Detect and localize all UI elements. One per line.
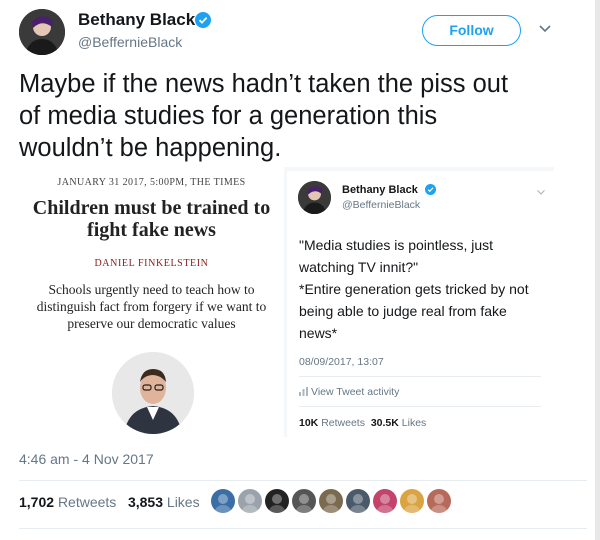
news-headline-line: Children must be trained to: [32, 197, 271, 219]
tweet-text-line: Maybe if the news hadn’t taken the piss …: [19, 70, 509, 98]
liker-avatar[interactable]: [319, 489, 343, 513]
scrollbar-track[interactable]: [595, 0, 600, 540]
embedded-text-line: "Media studies is pointless, just: [299, 237, 494, 253]
columnist-photo: [112, 352, 194, 434]
embedded-likes-label: Likes: [401, 417, 427, 429]
verified-badge-icon: [195, 12, 211, 28]
tweet-stats: 1,702 Retweets 3,853 Likes: [19, 494, 200, 510]
likes-stat[interactable]: 3,853 Likes: [128, 494, 200, 510]
liker-avatar[interactable]: [292, 489, 316, 513]
chevron-down-icon[interactable]: [538, 24, 552, 34]
likes-count: 3,853: [127, 494, 164, 510]
liker-avatar[interactable]: [211, 489, 235, 513]
author-avatar[interactable]: [19, 9, 65, 55]
news-clipping: JANUARY 31 2017, 5:00PM, THE TIMES Child…: [19, 167, 284, 437]
embedded-author-avatar: [298, 181, 331, 214]
news-summary-line: distinguish fact from forgery if we want…: [36, 299, 267, 314]
liker-avatar[interactable]: [400, 489, 424, 513]
embedded-display-name: Bethany Black: [342, 184, 418, 196]
embedded-text-line: news*: [299, 325, 338, 341]
embedded-verified-badge-icon: [425, 184, 436, 195]
author-display-name[interactable]: Bethany Black: [78, 10, 195, 30]
news-summary-line: preserve our democratic values: [67, 316, 236, 331]
liker-avatar[interactable]: [238, 489, 262, 513]
tweet-text-line: wouldn’t be happening.: [19, 134, 282, 162]
embedded-likes-count: 30.5K: [370, 417, 399, 429]
tweet-card: Bethany Black @BeffernieBlack Follow May…: [0, 0, 600, 540]
embedded-chevron-down-icon: [537, 190, 545, 195]
embedded-stats: 10K Retweets 30.5K Likes: [299, 417, 426, 429]
tweet-media-image[interactable]: JANUARY 31 2017, 5:00PM, THE TIMES Child…: [19, 167, 554, 437]
embedded-text-line: being able to judge real from fake: [299, 303, 507, 319]
author-handle[interactable]: @BeffernieBlack: [78, 34, 182, 50]
likes-label: Likes: [166, 494, 200, 510]
embedded-text-line: *Entire generation gets tricked by not: [299, 281, 529, 297]
embedded-text-line: watching TV innit?": [299, 259, 419, 275]
bar-chart-icon: [299, 387, 308, 396]
embedded-retweets-count: 10K: [299, 417, 319, 429]
news-author: DANIEL FINKELSTEIN: [94, 258, 209, 269]
retweets-label: Retweets: [57, 494, 117, 510]
liker-avatar[interactable]: [346, 489, 370, 513]
embedded-activity: View Tweet activity: [299, 386, 399, 398]
footer-divider: [19, 528, 587, 529]
retweets-count: 1,702: [19, 494, 55, 510]
tweet-text-line: of media studies for a generation this: [19, 102, 438, 130]
liker-avatar[interactable]: [373, 489, 397, 513]
tweet-timestamp[interactable]: 4:46 am - 4 Nov 2017: [19, 451, 154, 467]
embedded-timestamp: 08/09/2017, 13:07: [299, 356, 384, 368]
news-summary: Schools urgently need to teach how to di…: [29, 281, 274, 332]
embedded-divider: [299, 406, 541, 407]
news-summary-line: Schools urgently need to teach how to: [48, 282, 255, 297]
retweets-stat[interactable]: 1,702 Retweets: [19, 494, 116, 510]
tweet-text: Maybe if the news hadn’t taken the piss …: [19, 68, 579, 164]
news-headline: Children must be trained to fight fake n…: [19, 197, 284, 241]
embedded-handle: @BeffernieBlack: [342, 199, 421, 211]
view-tweet-activity-label: View Tweet activity: [311, 386, 400, 398]
news-dateline: JANUARY 31 2017, 5:00PM, THE TIMES: [57, 177, 246, 188]
embedded-tweet-text: "Media studies is pointless, just watchi…: [299, 234, 549, 344]
embedded-tweet: Bethany Black @BeffernieBlack "Media stu…: [287, 171, 554, 437]
news-headline-line: fight fake news: [87, 219, 216, 241]
embedded-divider: [299, 376, 541, 377]
liker-avatar[interactable]: [427, 489, 451, 513]
embedded-retweets-label: Retweets: [321, 417, 365, 429]
footer-divider: [19, 480, 587, 481]
liker-avatar[interactable]: [265, 489, 289, 513]
follow-button[interactable]: Follow: [422, 15, 521, 46]
